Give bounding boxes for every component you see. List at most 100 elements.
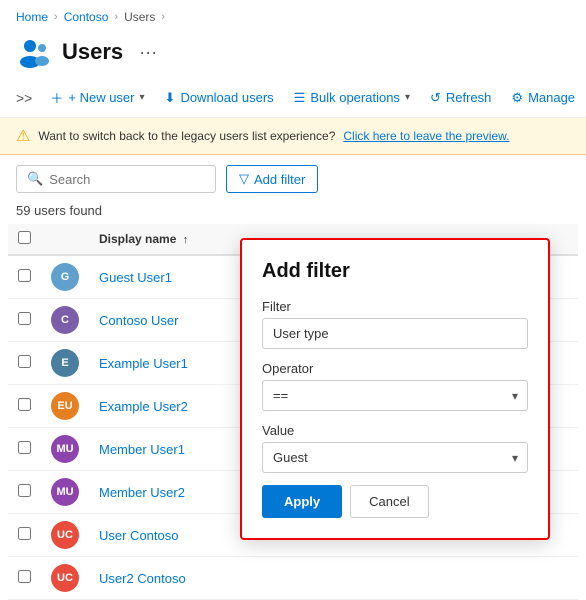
manage-label: Manage [528,90,575,105]
user-name-link[interactable]: Member User1 [99,442,185,457]
row-checkbox-cell [8,514,41,557]
add-filter-label: Add filter [254,172,305,187]
avatar: UC [51,521,79,549]
manage-button[interactable]: ⚙ Manage [501,84,585,112]
row-checkbox[interactable] [18,570,31,583]
filter-bar: 🔍 ▽ Add filter [0,155,586,199]
avatar-cell: MU [41,471,89,514]
bulk-caret: ▾ [405,92,410,103]
search-icon: 🔍 [27,171,43,187]
user-name-link[interactable]: Guest User1 [99,270,172,285]
breadcrumb-sep-2: › [114,11,118,23]
row-checkbox-cell [8,342,41,385]
avatar-cell: UC [41,557,89,600]
add-filter-panel: Add filter Filter Operator == != contain… [240,238,550,540]
search-input[interactable] [49,172,189,187]
table-row: UC User2 Contoso [8,557,578,600]
avatar: UC [51,564,79,592]
refresh-button[interactable]: ↺ Refresh [420,84,501,112]
avatar: MU [51,435,79,463]
plus-icon: ＋ [50,88,63,107]
warning-banner: ⚠ Want to switch back to the legacy user… [0,118,586,155]
row-checkbox-cell [8,471,41,514]
user-name-cell: User2 Contoso [89,557,578,600]
breadcrumb-users: Users [124,10,155,24]
select-all-header [8,224,41,255]
cancel-button[interactable]: Cancel [350,485,428,518]
warning-icon: ⚠ [16,126,30,146]
avatar: EU [51,392,79,420]
download-label: Download users [180,90,273,105]
new-user-label: + New user [68,90,134,105]
bulk-icon: ☰ [294,90,306,106]
download-icon: ⬇ [165,90,176,106]
user-name-link[interactable]: Example User1 [99,356,188,371]
filter-field-input[interactable] [262,318,528,349]
avatar: G [51,263,79,291]
search-box: 🔍 [16,165,216,193]
value-select[interactable]: Guest Member [262,442,528,473]
row-checkbox-cell [8,299,41,342]
avatar: MU [51,478,79,506]
toolbar: >> ＋ + New user ▾ ⬇ Download users ☰ Bul… [0,78,586,118]
display-name-label: Display name [99,232,176,246]
row-checkbox[interactable] [18,441,31,454]
user-name-link[interactable]: Example User2 [99,399,188,414]
warning-text: Want to switch back to the legacy users … [38,129,335,143]
avatar-col-header [41,224,89,255]
row-checkbox[interactable] [18,398,31,411]
operator-select-wrapper: == != contains ▾ [262,380,528,411]
user-name-link[interactable]: Member User2 [99,485,185,500]
value-label: Value [262,423,528,438]
user-name-link[interactable]: User2 Contoso [99,571,186,586]
row-checkbox-cell [8,255,41,299]
avatar-cell: MU [41,428,89,471]
filter-field-label: Filter [262,299,528,314]
avatar: E [51,349,79,377]
refresh-icon: ↺ [430,90,441,106]
users-count: 59 users found [0,199,586,224]
row-checkbox-cell [8,428,41,471]
panel-title: Add filter [262,260,528,283]
sort-icon: ↑ [183,234,189,246]
breadcrumb-home[interactable]: Home [16,10,48,24]
bulk-operations-button[interactable]: ☰ Bulk operations ▾ [284,84,420,112]
user-name-link[interactable]: Contoso User [99,313,178,328]
refresh-label: Refresh [446,90,492,105]
row-checkbox[interactable] [18,527,31,540]
gear-icon: ⚙ [511,90,523,106]
bulk-label: Bulk operations [310,90,400,105]
row-checkbox[interactable] [18,355,31,368]
breadcrumb-sep-1: › [54,11,58,23]
avatar-cell: EU [41,385,89,428]
row-checkbox[interactable] [18,269,31,282]
value-select-wrapper: Guest Member ▾ [262,442,528,473]
filter-icon: ▽ [239,171,249,187]
avatar-cell: G [41,255,89,299]
row-checkbox[interactable] [18,312,31,325]
breadcrumb-contoso[interactable]: Contoso [64,10,109,24]
expand-nav-button[interactable]: >> [8,84,40,112]
users-icon [16,34,52,70]
row-checkbox-cell [8,385,41,428]
panel-actions: Apply Cancel [262,485,528,518]
operator-select[interactable]: == != contains [262,380,528,411]
avatar: C [51,306,79,334]
row-checkbox[interactable] [18,484,31,497]
add-filter-button[interactable]: ▽ Add filter [226,165,318,193]
warning-link[interactable]: Click here to leave the preview. [343,129,509,143]
download-users-button[interactable]: ⬇ Download users [155,84,284,112]
avatar-cell: E [41,342,89,385]
new-user-caret: ▾ [140,92,145,103]
breadcrumb: Home › Contoso › Users › [0,0,586,30]
ellipsis-button[interactable]: ··· [133,40,163,65]
breadcrumb-sep-3: › [161,11,165,23]
new-user-button[interactable]: ＋ + New user ▾ [40,82,154,113]
row-checkbox-cell [8,557,41,600]
select-all-checkbox[interactable] [18,231,31,244]
apply-button[interactable]: Apply [262,485,342,518]
operator-label: Operator [262,361,528,376]
avatar-cell: UC [41,514,89,557]
page-header: Users ··· [0,30,586,78]
avatar-cell: C [41,299,89,342]
